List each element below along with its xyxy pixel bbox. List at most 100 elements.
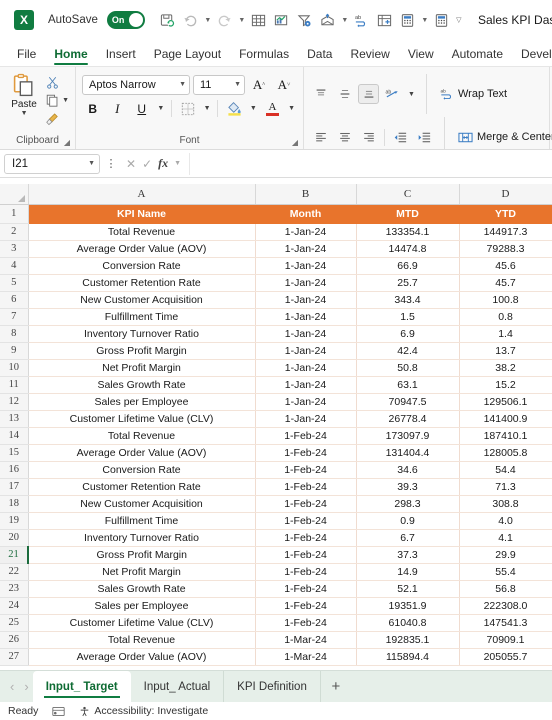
insert-function-icon[interactable]: fx — [158, 156, 168, 171]
cell-C23[interactable]: 52.1 — [356, 580, 460, 598]
cell-B5[interactable]: 1-Jan-24 — [255, 274, 357, 292]
row-header[interactable]: 10 — [0, 359, 29, 377]
row-header[interactable]: 25 — [0, 614, 29, 632]
table-row[interactable]: 25 Customer Lifetime Value (CLV) 1-Feb-24 6… — [0, 614, 552, 632]
cell-B25[interactable]: 1-Feb-24 — [255, 614, 357, 632]
tab-view[interactable]: View — [399, 45, 443, 66]
decrease-indent-button[interactable] — [390, 127, 411, 147]
cell-C16[interactable]: 34.6 — [356, 461, 460, 479]
row-header[interactable]: 7 — [0, 308, 29, 326]
add-sheet-button[interactable]: + — [321, 671, 351, 703]
cut-button[interactable] — [42, 74, 69, 91]
cell-C13[interactable]: 26778.4 — [356, 410, 460, 428]
status-macro-record[interactable] — [52, 706, 65, 717]
cell-D10[interactable]: 38.2 — [459, 359, 552, 377]
cell-A4[interactable]: Conversion Rate — [28, 257, 256, 275]
cell-B18[interactable]: 1-Feb-24 — [255, 495, 357, 513]
row-header[interactable]: 4 — [0, 257, 29, 275]
column-header-b[interactable]: B — [255, 184, 357, 205]
cell-C8[interactable]: 6.9 — [356, 325, 460, 343]
cell-D16[interactable]: 54.4 — [459, 461, 552, 479]
cell-C9[interactable]: 42.4 — [356, 342, 460, 360]
cell-A9[interactable]: Gross Profit Margin — [28, 342, 256, 360]
cell-D7[interactable]: 0.8 — [459, 308, 552, 326]
cell-C10[interactable]: 50.8 — [356, 359, 460, 377]
row-header[interactable]: 17 — [0, 478, 29, 496]
table-icon[interactable] — [248, 8, 270, 32]
redo-dropdown-caret-icon[interactable]: ▼ — [237, 8, 247, 32]
cell-B6[interactable]: 1-Jan-24 — [255, 291, 357, 309]
underline-button[interactable]: U — [131, 98, 153, 119]
cell-B10[interactable]: 1-Jan-24 — [255, 359, 357, 377]
cell-B14[interactable]: 1-Feb-24 — [255, 427, 357, 445]
cell-C7[interactable]: 1.5 — [356, 308, 460, 326]
copy-button[interactable]: ▼ — [42, 92, 69, 109]
cell-A20[interactable]: Inventory Turnover Ratio — [28, 529, 256, 547]
cell-B2[interactable]: 1-Jan-24 — [255, 223, 357, 241]
align-middle-button[interactable] — [334, 84, 355, 104]
cell-B11[interactable]: 1-Jan-24 — [255, 376, 357, 394]
table-row[interactable]: 21 Gross Profit Margin 1-Feb-24 37.3 29.9 — [0, 546, 552, 564]
table-row[interactable]: 5 Customer Retention Rate 1-Jan-24 25.7 45.7 — [0, 274, 552, 292]
table-header-row[interactable]: 1 KPI Name Month MTD YTD — [0, 204, 552, 224]
tab-data[interactable]: Data — [298, 45, 341, 66]
cell-C26[interactable]: 192835.1 — [356, 631, 460, 649]
cell-A3[interactable]: Average Order Value (AOV) — [28, 240, 256, 258]
orientation-dropdown-caret-icon[interactable]: ▼ — [406, 84, 417, 105]
row-header[interactable]: 13 — [0, 410, 29, 428]
cell-B8[interactable]: 1-Jan-24 — [255, 325, 357, 343]
redo-icon[interactable] — [214, 8, 236, 32]
cell-C12[interactable]: 70947.5 — [356, 393, 460, 411]
cell-B17[interactable]: 1-Feb-24 — [255, 478, 357, 496]
cell-D18[interactable]: 308.8 — [459, 495, 552, 513]
italic-button[interactable]: I — [107, 98, 129, 119]
table-row[interactable]: 4 Conversion Rate 1-Jan-24 66.9 45.6 — [0, 257, 552, 275]
font-size-combo[interactable]: 11 ▼ — [193, 74, 245, 95]
table-row[interactable]: 7 Fulfillment Time 1-Jan-24 1.5 0.8 — [0, 308, 552, 326]
row-header[interactable]: 8 — [0, 325, 29, 343]
row-header[interactable]: 18 — [0, 495, 29, 513]
autosave-toggle[interactable]: On — [106, 11, 145, 29]
cell-B3[interactable]: 1-Jan-24 — [255, 240, 357, 258]
save-icon[interactable] — [157, 8, 179, 32]
cell-D22[interactable]: 55.4 — [459, 563, 552, 581]
cell-B15[interactable]: 1-Feb-24 — [255, 444, 357, 462]
table-row[interactable]: 15 Average Order Value (AOV) 1-Feb-24 13140… — [0, 444, 552, 462]
cell-A23[interactable]: Sales Growth Rate — [28, 580, 256, 598]
cell-B22[interactable]: 1-Feb-24 — [255, 563, 357, 581]
cell-B27[interactable]: 1-Mar-24 — [255, 648, 357, 666]
cell-B21[interactable]: 1-Feb-24 — [255, 546, 357, 564]
cell-A17[interactable]: Customer Retention Rate — [28, 478, 256, 496]
table-row[interactable]: 2 Total Revenue 1-Jan-24 133354.1 144917.3 — [0, 223, 552, 241]
cell-A27[interactable]: Average Order Value (AOV) — [28, 648, 256, 666]
cell-A6[interactable]: New Customer Acquisition — [28, 291, 256, 309]
cell-D20[interactable]: 4.1 — [459, 529, 552, 547]
cell-A5[interactable]: Customer Retention Rate — [28, 274, 256, 292]
formula-bar-expand-caret-icon[interactable]: ▼ — [174, 160, 181, 167]
cell-C15[interactable]: 131404.4 — [356, 444, 460, 462]
cell-D1[interactable]: YTD — [459, 204, 552, 224]
cell-A15[interactable]: Average Order Value (AOV) — [28, 444, 256, 462]
cell-A25[interactable]: Customer Lifetime Value (CLV) — [28, 614, 256, 632]
name-box-caret-icon[interactable]: ▼ — [88, 160, 95, 167]
paste-dropdown-caret-icon[interactable]: ▼ — [21, 110, 28, 117]
tab-review[interactable]: Review — [341, 45, 398, 66]
row-header[interactable]: 22 — [0, 563, 29, 581]
cell-C5[interactable]: 25.7 — [356, 274, 460, 292]
customize-qat-icon[interactable]: ▽ — [454, 8, 464, 32]
merge-center-button[interactable]: Merge & Center ▼ — [454, 127, 552, 147]
cell-B19[interactable]: 1-Feb-24 — [255, 512, 357, 530]
table-row[interactable]: 3 Average Order Value (AOV) 1-Jan-24 14474.… — [0, 240, 552, 258]
cell-D3[interactable]: 79288.3 — [459, 240, 552, 258]
cell-C4[interactable]: 66.9 — [356, 257, 460, 275]
cell-A22[interactable]: Net Profit Margin — [28, 563, 256, 581]
row-header[interactable]: 6 — [0, 291, 29, 309]
cell-C2[interactable]: 133354.1 — [356, 223, 460, 241]
cell-D19[interactable]: 4.0 — [459, 512, 552, 530]
cell-D13[interactable]: 141400.9 — [459, 410, 552, 428]
cell-A26[interactable]: Total Revenue — [28, 631, 256, 649]
cell-A10[interactable]: Net Profit Margin — [28, 359, 256, 377]
cell-A2[interactable]: Total Revenue — [28, 223, 256, 241]
cell-C24[interactable]: 19351.9 — [356, 597, 460, 615]
cell-C14[interactable]: 173097.9 — [356, 427, 460, 445]
